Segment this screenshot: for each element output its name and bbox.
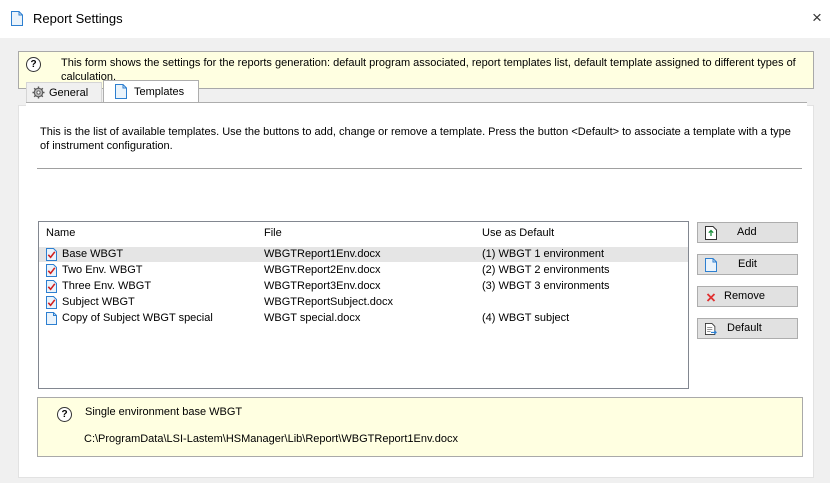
separator <box>37 168 802 169</box>
row-file: WBGTReport1Env.docx <box>264 248 381 260</box>
row-default: (2) WBGT 2 environments <box>482 264 610 276</box>
checked-document-icon <box>46 280 57 293</box>
help-icon: ? <box>57 407 72 422</box>
row-name: Two Env. WBGT <box>62 264 143 276</box>
add-document-icon <box>705 226 717 240</box>
help-icon: ? <box>26 57 41 72</box>
title-bar: Report Settings × <box>0 0 830 38</box>
document-icon <box>705 258 717 272</box>
list-item[interactable]: Copy of Subject WBGT special WBGT special… <box>39 311 688 326</box>
row-name: Three Env. WBGT <box>62 280 152 292</box>
row-default: (1) WBGT 1 environment <box>482 248 605 260</box>
row-file: WBGTReportSubject.docx <box>264 296 393 308</box>
remove-button-label: Remove <box>724 290 765 302</box>
list-header: Name File Use as Default <box>39 222 688 243</box>
document-icon <box>11 11 23 26</box>
checked-document-icon <box>46 264 57 277</box>
default-document-icon <box>705 323 717 335</box>
column-header-name[interactable]: Name <box>46 227 75 239</box>
add-button[interactable]: Add <box>697 222 798 243</box>
remove-button[interactable]: Remove <box>697 286 798 307</box>
templates-list[interactable]: Name File Use as Default Base WBGT WBGTRe… <box>38 221 689 389</box>
row-file: WBGTReport3Env.docx <box>264 280 381 292</box>
row-file: WBGT special.docx <box>264 312 361 324</box>
row-default: (4) WBGT subject <box>482 312 570 324</box>
list-item[interactable]: Three Env. WBGT WBGTReport3Env.docx (3) WB… <box>39 279 688 294</box>
list-item[interactable]: Two Env. WBGT WBGTReport2Env.docx (2) WBGT… <box>39 263 688 278</box>
settings-icon <box>32 86 45 99</box>
add-button-label: Add <box>737 226 757 238</box>
close-button[interactable]: × <box>808 9 826 27</box>
row-name: Subject WBGT <box>62 296 135 308</box>
document-icon <box>115 84 127 99</box>
templates-description: This is the list of available templates.… <box>40 126 791 152</box>
list-item[interactable]: Subject WBGT WBGTReportSubject.docx <box>39 295 688 310</box>
tab-templates[interactable]: Templates <box>103 80 199 103</box>
default-button-label: Default <box>727 322 762 334</box>
edit-button[interactable]: Edit <box>697 254 798 275</box>
row-name: Copy of Subject WBGT special <box>62 312 213 324</box>
edit-button-label: Edit <box>738 258 757 270</box>
checked-document-icon <box>46 248 57 261</box>
document-icon <box>46 312 57 325</box>
column-header-default[interactable]: Use as Default <box>482 227 554 239</box>
tab-templates-label: Templates <box>134 86 185 98</box>
list-item[interactable]: Base WBGT WBGTReport1Env.docx (1) WBGT 1 e… <box>39 247 688 262</box>
template-detail-box: ? Single environment base WBGT C:\Progra… <box>37 397 803 457</box>
remove-icon <box>706 293 716 302</box>
default-button[interactable]: Default <box>697 318 798 339</box>
detail-path: C:\ProgramData\LSI-Lastem\HSManager\Lib\… <box>84 433 458 445</box>
row-name: Base WBGT <box>62 248 124 260</box>
row-file: WBGTReport2Env.docx <box>264 264 381 276</box>
tab-general-label: General <box>49 87 89 99</box>
row-default: (3) WBGT 3 environments <box>482 280 610 292</box>
detail-title: Single environment base WBGT <box>85 406 243 418</box>
tab-general[interactable]: General <box>26 82 102 103</box>
column-header-file[interactable]: File <box>264 227 282 239</box>
checked-document-icon <box>46 296 57 309</box>
window-title: Report Settings <box>33 11 123 26</box>
